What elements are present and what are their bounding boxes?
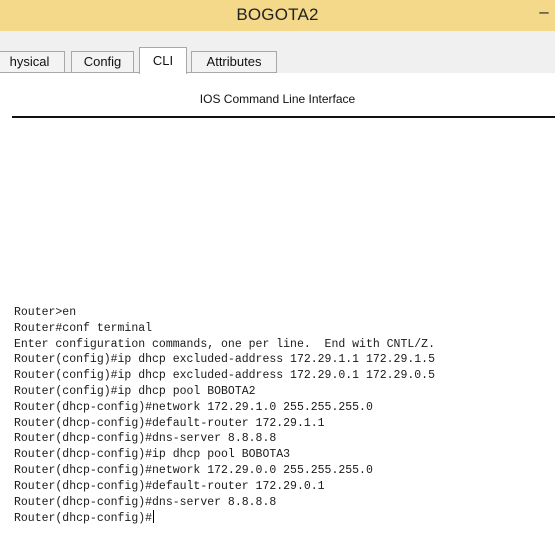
- cli-header-label: IOS Command Line Interface: [199, 92, 356, 106]
- terminal-line: Router(dhcp-config)#dns-server 8.8.8.8: [14, 432, 277, 446]
- terminal-line: Router(config)#ip dhcp pool BOBOTA2: [14, 384, 256, 398]
- terminal-prompt-line[interactable]: Router(dhcp-config)#: [14, 510, 555, 526]
- text-cursor: [153, 510, 155, 524]
- tab-physical-label: hysical: [9, 54, 50, 69]
- window-title: BOGOTA2: [236, 5, 319, 24]
- terminal-line: Enter configuration commands, one per li…: [14, 337, 435, 351]
- tab-config-label: Config: [83, 54, 122, 69]
- terminal-line: Router(dhcp-config)#default-router 172.2…: [14, 416, 325, 430]
- tab-cli-label: CLI: [152, 53, 174, 68]
- terminal-line: Router>en: [14, 306, 77, 319]
- router-config-window: BOGOTA2 – hysical Config CLI Attributes …: [0, 0, 555, 555]
- tab-config[interactable]: Config: [71, 51, 134, 72]
- minimize-icon[interactable]: –: [535, 2, 553, 24]
- terminal-line: Router(dhcp-config)#default-router 172.2…: [14, 479, 325, 493]
- terminal-line: Router(dhcp-config)#ip dhcp pool BOBOTA3: [14, 448, 291, 462]
- title-bar: BOGOTA2 –: [0, 0, 555, 32]
- terminal-line: Router(dhcp-config)#network 172.29.1.0 2…: [14, 400, 373, 414]
- tab-physical[interactable]: hysical: [0, 51, 65, 72]
- terminal-prompt: Router(dhcp-config)#: [14, 512, 153, 526]
- tab-attributes[interactable]: Attributes: [191, 51, 277, 72]
- terminal-line: Router#conf terminal: [14, 321, 153, 335]
- tab-cli[interactable]: CLI: [139, 47, 187, 74]
- terminal-line: Router(dhcp-config)#dns-server 8.8.8.8: [14, 495, 277, 509]
- tab-attributes-label: Attributes: [206, 54, 262, 69]
- terminal-line: Router(dhcp-config)#network 172.29.0.0 2…: [14, 463, 373, 477]
- terminal-line: Router(config)#ip dhcp excluded-address …: [14, 369, 435, 383]
- terminal-line: Router(config)#ip dhcp excluded-address …: [14, 353, 435, 367]
- header-divider: [12, 116, 555, 118]
- cli-terminal[interactable]: Router>en Router#conf terminal Enter con…: [14, 305, 555, 555]
